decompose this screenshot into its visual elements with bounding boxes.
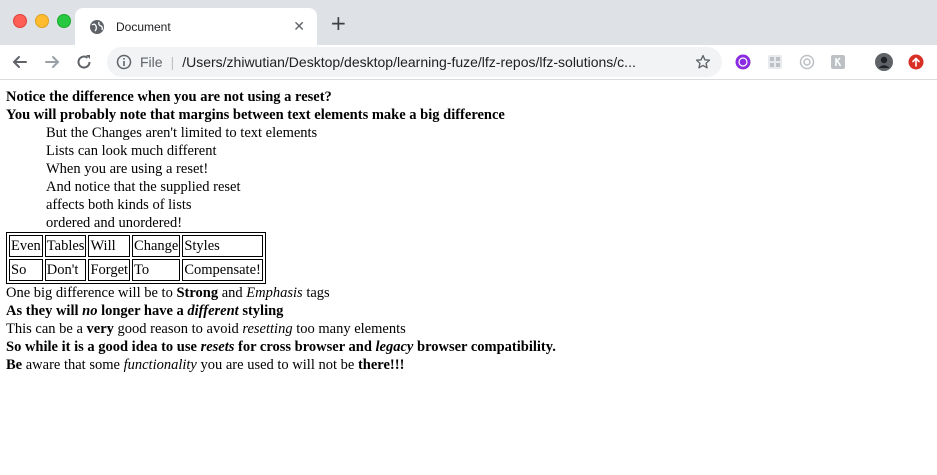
table-cell: Tables <box>44 235 87 257</box>
ordered-list: And notice that the supplied reset affec… <box>6 178 931 232</box>
extension-target-icon[interactable] <box>799 54 815 70</box>
table-cell: Change <box>132 235 181 257</box>
scheme-label: File <box>140 54 163 70</box>
browser-toolbar: File | /Users/zhiwutian/Desktop/desktop/… <box>0 45 937 80</box>
table-row: So Don't Forget To Compensate! <box>9 259 263 281</box>
list-item: And notice that the supplied reset <box>46 179 241 195</box>
paragraph-functionality: Be aware that some functionality you are… <box>6 357 405 373</box>
extension-grid-icon[interactable] <box>767 54 783 70</box>
tab-strip: Document ✕ + <box>0 0 937 45</box>
update-arrow-icon[interactable] <box>908 54 924 70</box>
tab-title: Document <box>116 19 171 34</box>
profile-avatar[interactable] <box>875 53 893 71</box>
heading-margins: You will probably note that margins betw… <box>6 107 505 123</box>
table-cell: Even <box>9 235 43 257</box>
bookmark-star-icon[interactable] <box>695 54 711 70</box>
globe-icon <box>90 19 104 34</box>
new-tab-button[interactable]: + <box>330 13 347 33</box>
table-cell: Don't <box>44 259 87 281</box>
table-row: Even Tables Will Change Styles <box>9 235 263 257</box>
window-minimize-button[interactable] <box>35 14 49 28</box>
list-item: Lists can look much different <box>46 143 217 159</box>
reload-icon[interactable] <box>74 52 94 72</box>
window-zoom-button[interactable] <box>57 14 71 28</box>
paragraph-compatibility: So while it is a good idea to use resets… <box>6 339 556 355</box>
paragraph-reason: This can be a very good reason to avoid … <box>6 321 406 337</box>
tab-document[interactable]: Document ✕ <box>75 8 317 45</box>
extension-k-icon[interactable] <box>830 54 846 70</box>
paragraph-strong-emphasis: One big difference will be to Strong and… <box>6 285 330 301</box>
table-cell: To <box>132 259 181 281</box>
list-item: When you are using a reset! <box>46 161 209 177</box>
back-arrow-icon[interactable] <box>10 52 30 72</box>
url-text[interactable]: /Users/zhiwutian/Desktop/desktop/learnin… <box>182 54 695 70</box>
table-cell: So <box>9 259 43 281</box>
heading-reset: Notice the difference when you are not u… <box>6 89 332 105</box>
page-content: Notice the difference when you are not u… <box>0 80 937 374</box>
extension-purple-icon[interactable] <box>735 54 751 70</box>
tab-close-icon[interactable]: ✕ <box>293 20 305 34</box>
list-item: But the Changes aren't limited to text e… <box>46 125 318 141</box>
window-controls <box>13 14 71 28</box>
styles-table: Even Tables Will Change Styles So Don't … <box>6 232 266 284</box>
list-item: ordered and unordered! <box>46 215 183 231</box>
table-cell: Forget <box>88 259 131 281</box>
info-icon[interactable] <box>116 54 132 70</box>
address-bar[interactable]: File | /Users/zhiwutian/Desktop/desktop/… <box>107 47 722 77</box>
unordered-list: But the Changes aren't limited to text e… <box>6 124 931 178</box>
address-separator: | <box>170 54 175 70</box>
table-cell: Will <box>88 235 131 257</box>
list-item: affects both kinds of lists <box>46 197 192 213</box>
forward-arrow-icon[interactable] <box>42 52 62 72</box>
table-cell: Compensate! <box>182 259 263 281</box>
table-cell: Styles <box>182 235 263 257</box>
window-close-button[interactable] <box>13 14 27 28</box>
paragraph-styling: As they will no longer have a different … <box>6 303 284 319</box>
